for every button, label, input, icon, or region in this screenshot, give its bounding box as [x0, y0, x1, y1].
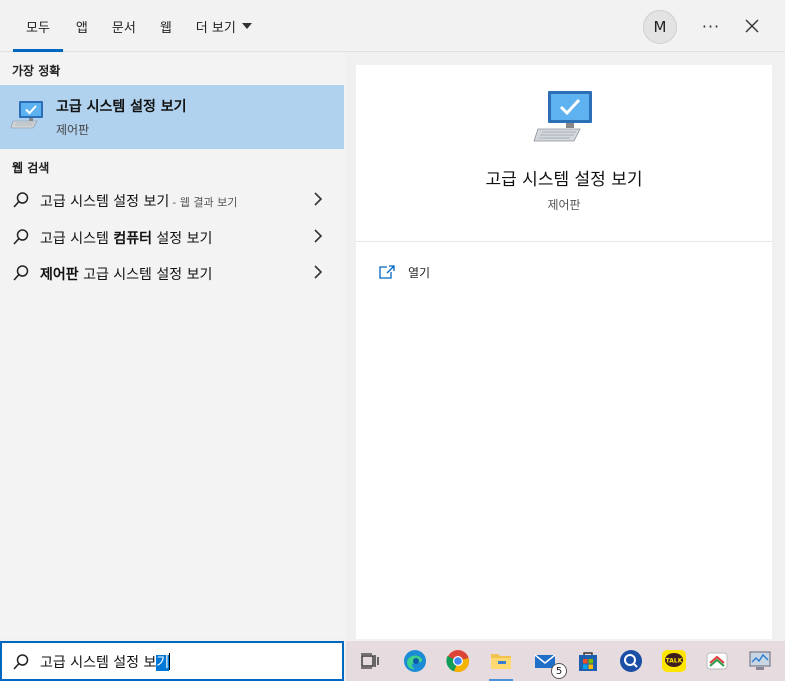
- chevron-right-icon[interactable]: [313, 192, 323, 206]
- chrome-button[interactable]: [444, 647, 472, 675]
- system-monitor-icon: [749, 651, 771, 670]
- kakaotalk-icon: TALK: [662, 650, 686, 672]
- tab-more[interactable]: 더 보기: [184, 0, 264, 52]
- web-result-item[interactable]: 제어판 고급 시스템 설정 보기: [0, 254, 344, 290]
- web-result-label: 고급 시스템 설정 보기: [40, 194, 170, 210]
- web-result-item[interactable]: 고급 시스템 설정 보기 - 웹 결과 보기: [0, 181, 344, 217]
- system-monitor-button[interactable]: [746, 647, 774, 675]
- avatar-initial: M: [653, 18, 667, 36]
- preview-title: 고급 시스템 설정 보기: [485, 170, 643, 190]
- computer-check-icon: [10, 101, 43, 129]
- tab-apps[interactable]: 앱: [64, 0, 100, 52]
- more-icon: ···: [701, 16, 721, 36]
- preview-pane: 고급 시스템 설정 보기 제어판 열기: [356, 65, 772, 639]
- close-icon: [745, 19, 759, 33]
- file-explorer-button[interactable]: [487, 647, 515, 681]
- web-result-bold: 컴퓨터: [113, 231, 152, 247]
- chrome-icon: [446, 650, 469, 673]
- tab-all-label: 모두: [26, 20, 50, 36]
- web-result-item[interactable]: 고급 시스템 컴퓨터 설정 보기: [0, 218, 344, 254]
- chevron-right-icon[interactable]: [313, 265, 323, 279]
- web-search-heading: 웹 검색: [12, 161, 50, 175]
- search-typed-text: 고급 시스템 설정 보: [40, 655, 157, 671]
- taskbar: 5 TALK: [346, 641, 785, 681]
- computer-check-icon: [533, 91, 592, 142]
- store-icon: [579, 652, 597, 671]
- task-view-button[interactable]: [356, 647, 384, 675]
- text-cursor: [169, 653, 171, 670]
- search-icon: [13, 654, 29, 670]
- tab-web-label: 웹: [159, 20, 172, 36]
- search-app-button[interactable]: [617, 647, 645, 675]
- tab-more-label: 더 보기: [195, 20, 236, 36]
- kakaotalk-label: TALK: [666, 658, 683, 665]
- mail-badge: 5: [551, 663, 567, 679]
- preview-subtitle: 제어판: [547, 198, 581, 212]
- web-result-text: 제어판 고급 시스템 설정 보기: [40, 264, 212, 284]
- search-icon: [13, 229, 29, 245]
- chevron-down-icon: [241, 23, 252, 29]
- close-button[interactable]: [738, 12, 766, 40]
- kakaotalk-button[interactable]: TALK: [660, 647, 688, 675]
- best-match-item[interactable]: 고급 시스템 설정 보기 제어판: [0, 85, 344, 149]
- web-result-hint: - 웹 결과 보기: [172, 196, 238, 209]
- search-header: 모두 앱 문서 웹 더 보기 M ···: [0, 0, 785, 52]
- best-match-subtitle: 제어판: [56, 123, 90, 137]
- open-label: 열기: [408, 265, 431, 280]
- chevron-right-icon[interactable]: [313, 229, 323, 243]
- edge-button[interactable]: [401, 647, 429, 675]
- filter-tabs: 모두 앱 문서 웹 더 보기: [0, 0, 264, 52]
- more-options-button[interactable]: ···: [697, 12, 725, 40]
- tab-documents[interactable]: 문서: [100, 0, 148, 52]
- search-input[interactable]: 고급 시스템 설정 보기: [0, 641, 344, 681]
- store-button[interactable]: [574, 647, 602, 675]
- divider: [356, 241, 772, 242]
- app-icon: [706, 652, 728, 670]
- search-icon: [13, 265, 29, 281]
- task-view-icon: [361, 653, 379, 669]
- web-result-bold: 제어판: [40, 267, 79, 283]
- results-pane: 가장 정확 고급 시스템 설정 보기 제어판 웹 검색 고급 시스템 설정 보기…: [0, 53, 346, 639]
- web-result-label: 고급 시스템 설정 보기: [78, 267, 213, 283]
- file-explorer-icon: [491, 654, 511, 669]
- tab-documents-label: 문서: [111, 20, 136, 36]
- open-icon: [379, 265, 395, 279]
- avatar[interactable]: M: [643, 10, 677, 44]
- best-match-heading: 가장 정확: [12, 64, 61, 78]
- open-action[interactable]: 열기: [378, 261, 430, 283]
- web-result-text: 고급 시스템 설정 보기 - 웹 결과 보기: [40, 191, 237, 211]
- edge-icon: [404, 650, 426, 672]
- search-field-text[interactable]: 고급 시스템 설정 보기: [40, 652, 171, 672]
- tab-apps-label: 앱: [75, 20, 88, 36]
- tab-all[interactable]: 모두: [0, 0, 64, 52]
- app-button[interactable]: [703, 647, 731, 675]
- search-icon: [13, 192, 29, 208]
- best-match-title: 고급 시스템 설정 보기: [56, 99, 187, 115]
- search-selected-text: 기: [156, 655, 170, 671]
- mail-button[interactable]: 5: [531, 647, 567, 679]
- search-app-icon: [620, 650, 642, 672]
- tab-web[interactable]: 웹: [148, 0, 184, 52]
- web-result-text: 고급 시스템 컴퓨터 설정 보기: [40, 231, 213, 247]
